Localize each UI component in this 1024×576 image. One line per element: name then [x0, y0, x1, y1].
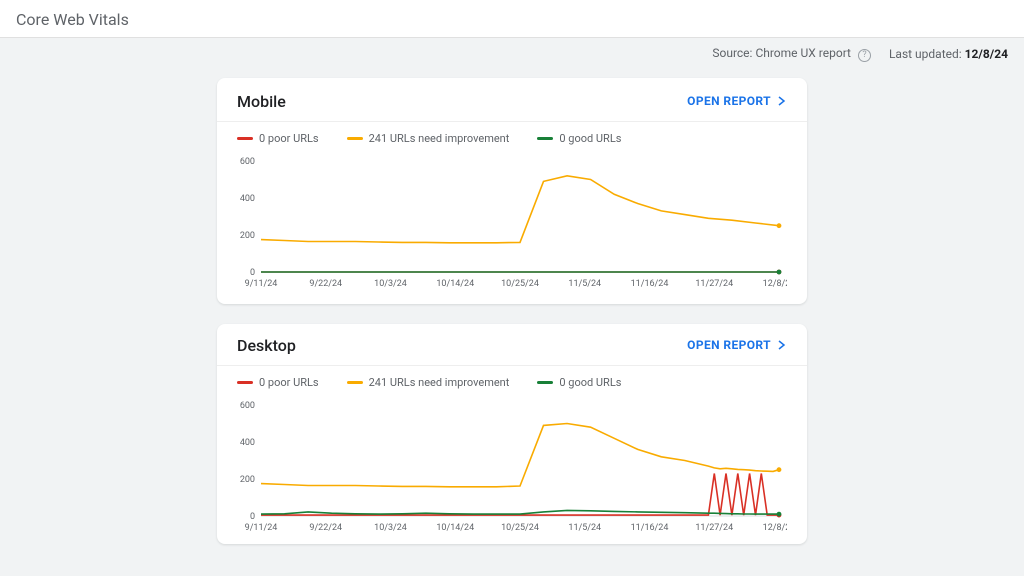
mobile-chart-svg: 0 200 400 600 9/11/24 9/22/24 10/3/24 10/14/24 1…: [237, 155, 787, 290]
legend-need: 241 URLs need improvement: [347, 376, 510, 389]
chevron-right-icon: [777, 340, 787, 350]
meta-row: Source: Chrome UX report ? Last updated:…: [0, 38, 1024, 66]
legend-good-label: 0 good URLs: [559, 376, 621, 389]
svg-text:400: 400: [240, 194, 255, 204]
last-updated-value: 12/8/24: [965, 47, 1008, 61]
mobile-chart: 0 200 400 600 9/11/24 9/22/24 10/3/24 10/14/24 1…: [217, 151, 807, 304]
svg-text:10/25/24: 10/25/24: [501, 279, 539, 289]
help-icon[interactable]: ?: [858, 49, 871, 62]
swatch-need: [347, 137, 363, 140]
legend-poor: 0 poor URLs: [237, 132, 319, 145]
open-report-label: OPEN REPORT: [687, 338, 771, 352]
svg-text:11/16/24: 11/16/24: [631, 523, 669, 533]
page-title: Core Web Vitals: [0, 0, 1024, 38]
svg-text:400: 400: [240, 438, 255, 448]
source-prefix: Source:: [712, 46, 755, 60]
legend-need-label: 241 URLs need improvement: [369, 132, 510, 145]
svg-text:0: 0: [250, 512, 255, 522]
swatch-poor: [237, 381, 253, 384]
desktop-title: Desktop: [237, 336, 296, 355]
swatch-poor: [237, 137, 253, 140]
svg-text:600: 600: [240, 157, 255, 167]
svg-text:200: 200: [240, 475, 255, 485]
open-report-label: OPEN REPORT: [687, 94, 771, 108]
legend-poor: 0 poor URLs: [237, 376, 319, 389]
svg-text:10/3/24: 10/3/24: [374, 523, 407, 533]
desktop-card: Desktop OPEN REPORT 0 poor URLs 241 URLs…: [217, 324, 807, 544]
legend-poor-label: 0 poor URLs: [259, 376, 319, 389]
svg-text:10/3/24: 10/3/24: [374, 279, 407, 289]
legend-need: 241 URLs need improvement: [347, 132, 510, 145]
last-updated: Last updated: 12/8/24: [889, 47, 1008, 61]
svg-text:9/22/24: 9/22/24: [309, 279, 342, 289]
swatch-need: [347, 381, 363, 384]
svg-text:11/16/24: 11/16/24: [631, 279, 669, 289]
desktop-chart: 0 200 400 600 9/11/24 9/22/24 10/3/24 10/14/24 1…: [217, 395, 807, 544]
svg-text:10/25/24: 10/25/24: [501, 523, 539, 533]
source-link[interactable]: Chrome UX report: [755, 46, 851, 60]
svg-text:9/11/24: 9/11/24: [245, 523, 278, 533]
swatch-good: [537, 381, 553, 384]
desktop-legend: 0 poor URLs 241 URLs need improvement 0 …: [217, 366, 807, 395]
svg-text:10/14/24: 10/14/24: [436, 279, 474, 289]
swatch-good: [537, 137, 553, 140]
svg-text:12/8/24: 12/8/24: [763, 279, 787, 289]
svg-text:0: 0: [250, 268, 255, 278]
svg-text:11/5/24: 11/5/24: [568, 279, 601, 289]
svg-text:10/14/24: 10/14/24: [436, 523, 474, 533]
svg-text:200: 200: [240, 231, 255, 241]
svg-text:9/11/24: 9/11/24: [245, 279, 278, 289]
svg-text:11/27/24: 11/27/24: [695, 523, 733, 533]
svg-text:11/27/24: 11/27/24: [695, 279, 733, 289]
desktop-chart-svg: 0 200 400 600 9/11/24 9/22/24 10/3/24 10/14/24 1…: [237, 399, 787, 534]
svg-text:12/8/24: 12/8/24: [763, 523, 787, 533]
legend-good: 0 good URLs: [537, 132, 621, 145]
open-report-desktop[interactable]: OPEN REPORT: [687, 338, 787, 352]
svg-text:600: 600: [240, 401, 255, 411]
legend-good: 0 good URLs: [537, 376, 621, 389]
mobile-legend: 0 poor URLs 241 URLs need improvement 0 …: [217, 122, 807, 151]
mobile-card: Mobile OPEN REPORT 0 poor URLs 241 URLs …: [217, 78, 807, 304]
source-label: Source: Chrome UX report ?: [712, 46, 871, 62]
legend-poor-label: 0 poor URLs: [259, 132, 319, 145]
svg-text:9/22/24: 9/22/24: [309, 523, 342, 533]
chevron-right-icon: [777, 96, 787, 106]
mobile-title: Mobile: [237, 92, 286, 111]
open-report-mobile[interactable]: OPEN REPORT: [687, 94, 787, 108]
last-updated-prefix: Last updated:: [889, 47, 965, 61]
svg-text:11/5/24: 11/5/24: [568, 523, 601, 533]
legend-need-label: 241 URLs need improvement: [369, 376, 510, 389]
legend-good-label: 0 good URLs: [559, 132, 621, 145]
